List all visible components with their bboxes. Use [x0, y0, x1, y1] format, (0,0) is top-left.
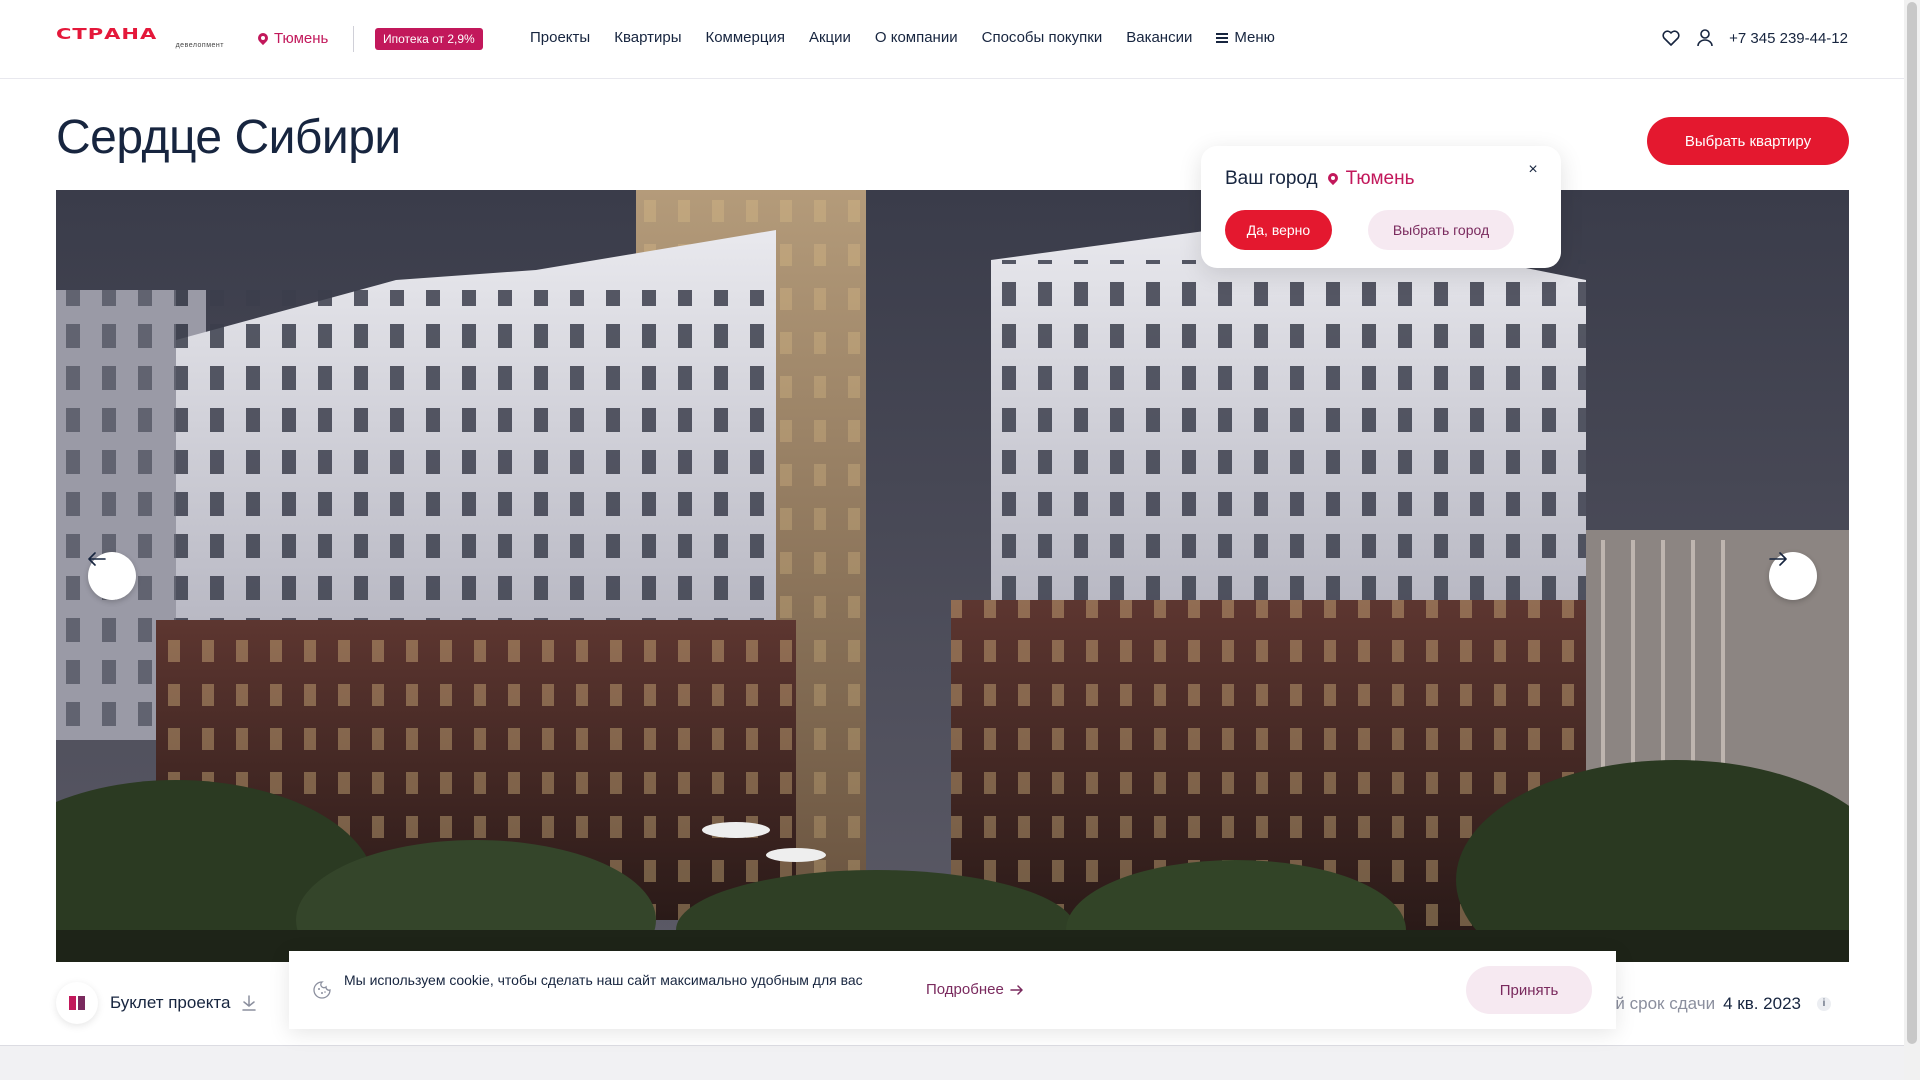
city-confirm-popup: Ваш город Тюмень × Да, верно Выбрать гор… [1201, 146, 1561, 268]
menu-label: Меню [1234, 29, 1275, 46]
cookie-text: Мы используем cookie, чтобы сделать наш … [344, 972, 863, 988]
logo-subtitle: девелопмент [175, 42, 224, 49]
cookie-icon [313, 981, 331, 999]
nav-promotions[interactable]: Акции [809, 29, 851, 46]
download-icon [242, 995, 257, 1011]
nav-vacancies[interactable]: Вакансии [1126, 29, 1192, 46]
footer-strip [0, 1045, 1904, 1080]
map-pin-icon [258, 33, 268, 45]
arrow-right-icon [1010, 984, 1023, 995]
phone-link[interactable]: +7 345 239-44-12 [1729, 30, 1848, 47]
main-nav: Проекты Квартиры Коммерция Акции О компа… [530, 29, 1275, 46]
nav-commerce[interactable]: Коммерция [705, 29, 784, 46]
choose-apartment-button[interactable]: Выбрать квартиру [1647, 117, 1849, 165]
map-pin-icon [1328, 173, 1338, 185]
scrollbar-thumb[interactable] [1907, 2, 1917, 1044]
mortgage-badge[interactable]: Ипотека от 2,9% [375, 28, 483, 50]
arrow-left-icon [88, 552, 106, 566]
deadline-info: ий срок сдачи 4 кв. 2023 i [1606, 994, 1831, 1014]
heart-icon[interactable] [1661, 28, 1681, 48]
slider-prev-button[interactable] [88, 552, 136, 600]
city-name: Тюмень [274, 30, 329, 47]
logo-text: СТРАНА [56, 25, 158, 43]
header-actions: +7 345 239-44-12 [1661, 28, 1848, 48]
user-icon[interactable] [1695, 28, 1715, 48]
city-question-value: Тюмень [1328, 168, 1415, 190]
cookie-accept-button[interactable]: Принять [1466, 966, 1592, 1014]
city-question-label: Ваш город [1225, 168, 1318, 189]
scrollbar[interactable] [1904, 0, 1920, 1080]
city-question: Ваш город Тюмень [1225, 168, 1415, 190]
header-divider [353, 26, 354, 52]
site-header: СТРАНА девелопмент Тюмень Ипотека от 2,9… [0, 0, 1904, 79]
deadline-label: ий срок сдачи [1605, 994, 1716, 1013]
page-title: Сердце Сибири [56, 111, 401, 164]
hero-building-render [56, 190, 1849, 962]
city-selector[interactable]: Тюмень [258, 30, 328, 47]
popup-city-name: Тюмень [1345, 168, 1415, 189]
confirm-city-button[interactable]: Да, верно [1225, 210, 1332, 250]
logo[interactable]: СТРАНА девелопмент [56, 25, 226, 52]
arrow-right-icon [1769, 552, 1787, 566]
slider-next-button[interactable] [1769, 552, 1817, 600]
close-icon[interactable]: × [1525, 162, 1541, 178]
booklet-download[interactable]: Буклет проекта [56, 982, 257, 1024]
booklet-icon [56, 982, 98, 1024]
nav-purchase-methods[interactable]: Способы покупки [982, 29, 1103, 46]
info-icon[interactable]: i [1817, 997, 1831, 1011]
nav-projects[interactable]: Проекты [530, 29, 590, 46]
hamburger-icon [1216, 32, 1229, 43]
booklet-label: Буклет проекта [110, 993, 231, 1012]
cookie-more-label: Подробнее [926, 981, 1004, 998]
hero-slider [56, 190, 1849, 962]
choose-city-button[interactable]: Выбрать город [1368, 210, 1514, 250]
cookie-banner: Мы используем cookie, чтобы сделать наш … [289, 951, 1616, 1029]
menu-button[interactable]: Меню [1216, 29, 1275, 46]
nav-about[interactable]: О компании [875, 29, 958, 46]
page: СТРАНА девелопмент Тюмень Ипотека от 2,9… [0, 0, 1904, 1080]
cookie-more-link[interactable]: Подробнее [926, 981, 1024, 998]
deadline-value: 4 кв. 2023 [1723, 994, 1801, 1013]
nav-apartments[interactable]: Квартиры [614, 29, 681, 46]
